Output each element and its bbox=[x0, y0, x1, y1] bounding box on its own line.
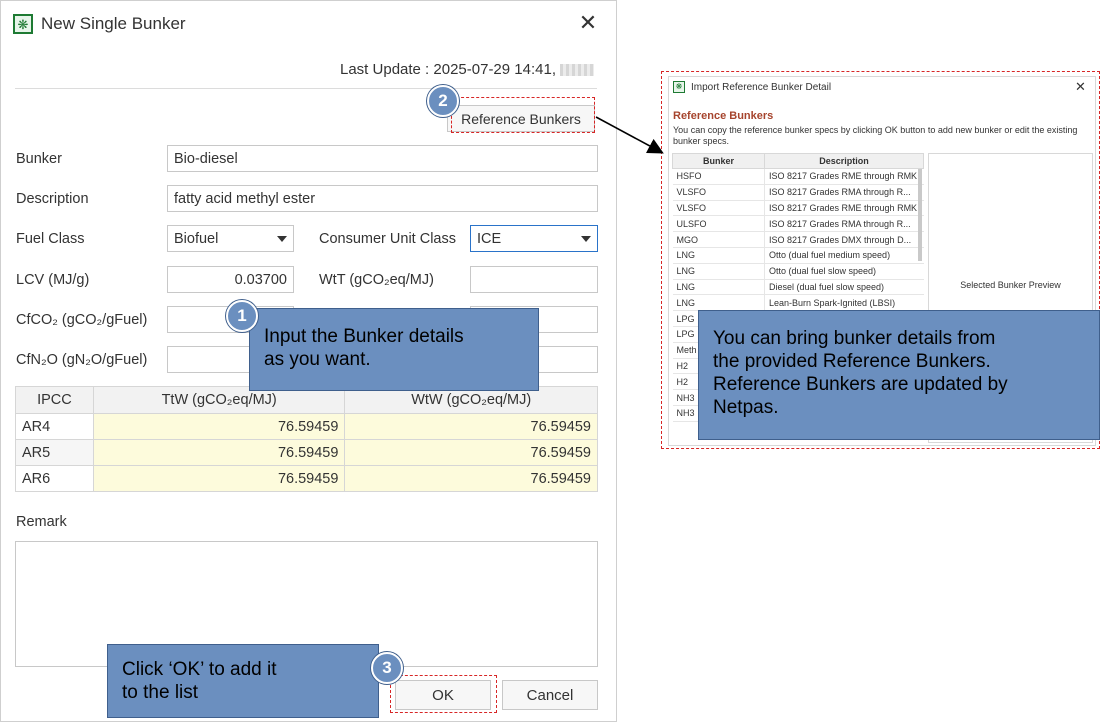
callout-line: as you want. bbox=[264, 349, 371, 370]
callout-line: Input the Bunker details bbox=[264, 326, 464, 347]
fuel-class-select[interactable]: Biofuel bbox=[167, 225, 294, 252]
divider bbox=[15, 88, 597, 89]
ipcc-table: IPCC TtW (gCO₂eq/MJ) WtW (gCO₂eq/MJ) AR4… bbox=[15, 386, 598, 492]
lcv-label: LCV (MJ/g) bbox=[16, 272, 90, 288]
dialog-titlebar: ❋ New Single Bunker bbox=[13, 13, 186, 35]
cfn2o-label: CfN₂O (gN₂O/gFuel) bbox=[16, 352, 148, 368]
bunker-label: Bunker bbox=[16, 151, 62, 167]
callout-line: Netpas. bbox=[713, 397, 779, 418]
ipcc-cell: AR4 bbox=[15, 413, 94, 440]
cancel-button[interactable]: Cancel bbox=[502, 680, 598, 710]
description-input[interactable]: fatty acid methyl ester bbox=[167, 185, 598, 212]
redacted-user bbox=[560, 63, 594, 76]
consumer-unit-select[interactable]: ICE bbox=[470, 225, 598, 252]
ipcc-cell: AR6 bbox=[15, 465, 94, 492]
bunker-input[interactable]: Bio-diesel bbox=[167, 145, 598, 172]
callout-line: Click ‘OK’ to add it bbox=[122, 659, 277, 680]
step-2-badge: 2 bbox=[427, 85, 459, 117]
description-label: Description bbox=[16, 191, 89, 207]
chevron-down-icon bbox=[277, 235, 287, 242]
app-logo-icon: ❋ bbox=[13, 14, 33, 34]
wtw-cell: 76.59459 bbox=[344, 439, 598, 466]
table-row[interactable]: AR5 76.59459 76.59459 bbox=[15, 439, 598, 466]
callout-line: Reference Bunkers are updated by bbox=[713, 374, 1008, 395]
cfco2-label: CfCO₂ (gCO₂/gFuel) bbox=[16, 312, 148, 328]
chevron-down-icon bbox=[581, 235, 591, 242]
callout-input-details: Input the Bunker details as you want. bbox=[249, 308, 539, 391]
ttw-cell: 76.59459 bbox=[92, 439, 346, 466]
step-1-badge: 1 bbox=[226, 300, 258, 332]
ipcc-cell: AR5 bbox=[15, 439, 94, 466]
consumer-unit-value: ICE bbox=[477, 230, 502, 247]
callout-click-ok: Click ‘OK’ to add it to the list bbox=[107, 644, 379, 718]
ttw-cell: 76.59459 bbox=[92, 413, 346, 440]
table-row[interactable]: AR4 76.59459 76.59459 bbox=[15, 413, 598, 440]
callout-line: You can bring bunker details from bbox=[713, 328, 996, 349]
lcv-input[interactable]: 0.03700 bbox=[167, 266, 294, 293]
remark-label: Remark bbox=[16, 514, 67, 530]
wtt-label: WtT (gCO₂eq/MJ) bbox=[319, 272, 434, 288]
last-update: Last Update : 2025-07-29 14:41, bbox=[340, 61, 594, 78]
reference-button-highlight bbox=[451, 97, 595, 133]
wtw-cell: 76.59459 bbox=[344, 465, 598, 492]
callout-reference-note: You can bring bunker details from the pr… bbox=[698, 310, 1100, 440]
close-icon[interactable]: ✕ bbox=[576, 11, 600, 35]
table-header: IPCC bbox=[15, 386, 94, 414]
fuel-class-label: Fuel Class bbox=[16, 231, 85, 247]
wtt-input[interactable] bbox=[470, 266, 598, 293]
ttw-cell: 76.59459 bbox=[92, 465, 346, 492]
table-row[interactable]: AR6 76.59459 76.59459 bbox=[15, 465, 598, 492]
wtw-cell: 76.59459 bbox=[344, 413, 598, 440]
consumer-unit-label: Consumer Unit Class bbox=[319, 231, 456, 247]
dialog-title: New Single Bunker bbox=[41, 14, 186, 33]
callout-line: the provided Reference Bunkers. bbox=[713, 351, 991, 372]
callout-line: to the list bbox=[122, 682, 199, 703]
last-update-text: Last Update : 2025-07-29 14:41, bbox=[340, 61, 556, 78]
step-3-badge: 3 bbox=[371, 652, 403, 684]
fuel-class-value: Biofuel bbox=[174, 230, 219, 247]
ok-button-highlight bbox=[390, 675, 497, 713]
